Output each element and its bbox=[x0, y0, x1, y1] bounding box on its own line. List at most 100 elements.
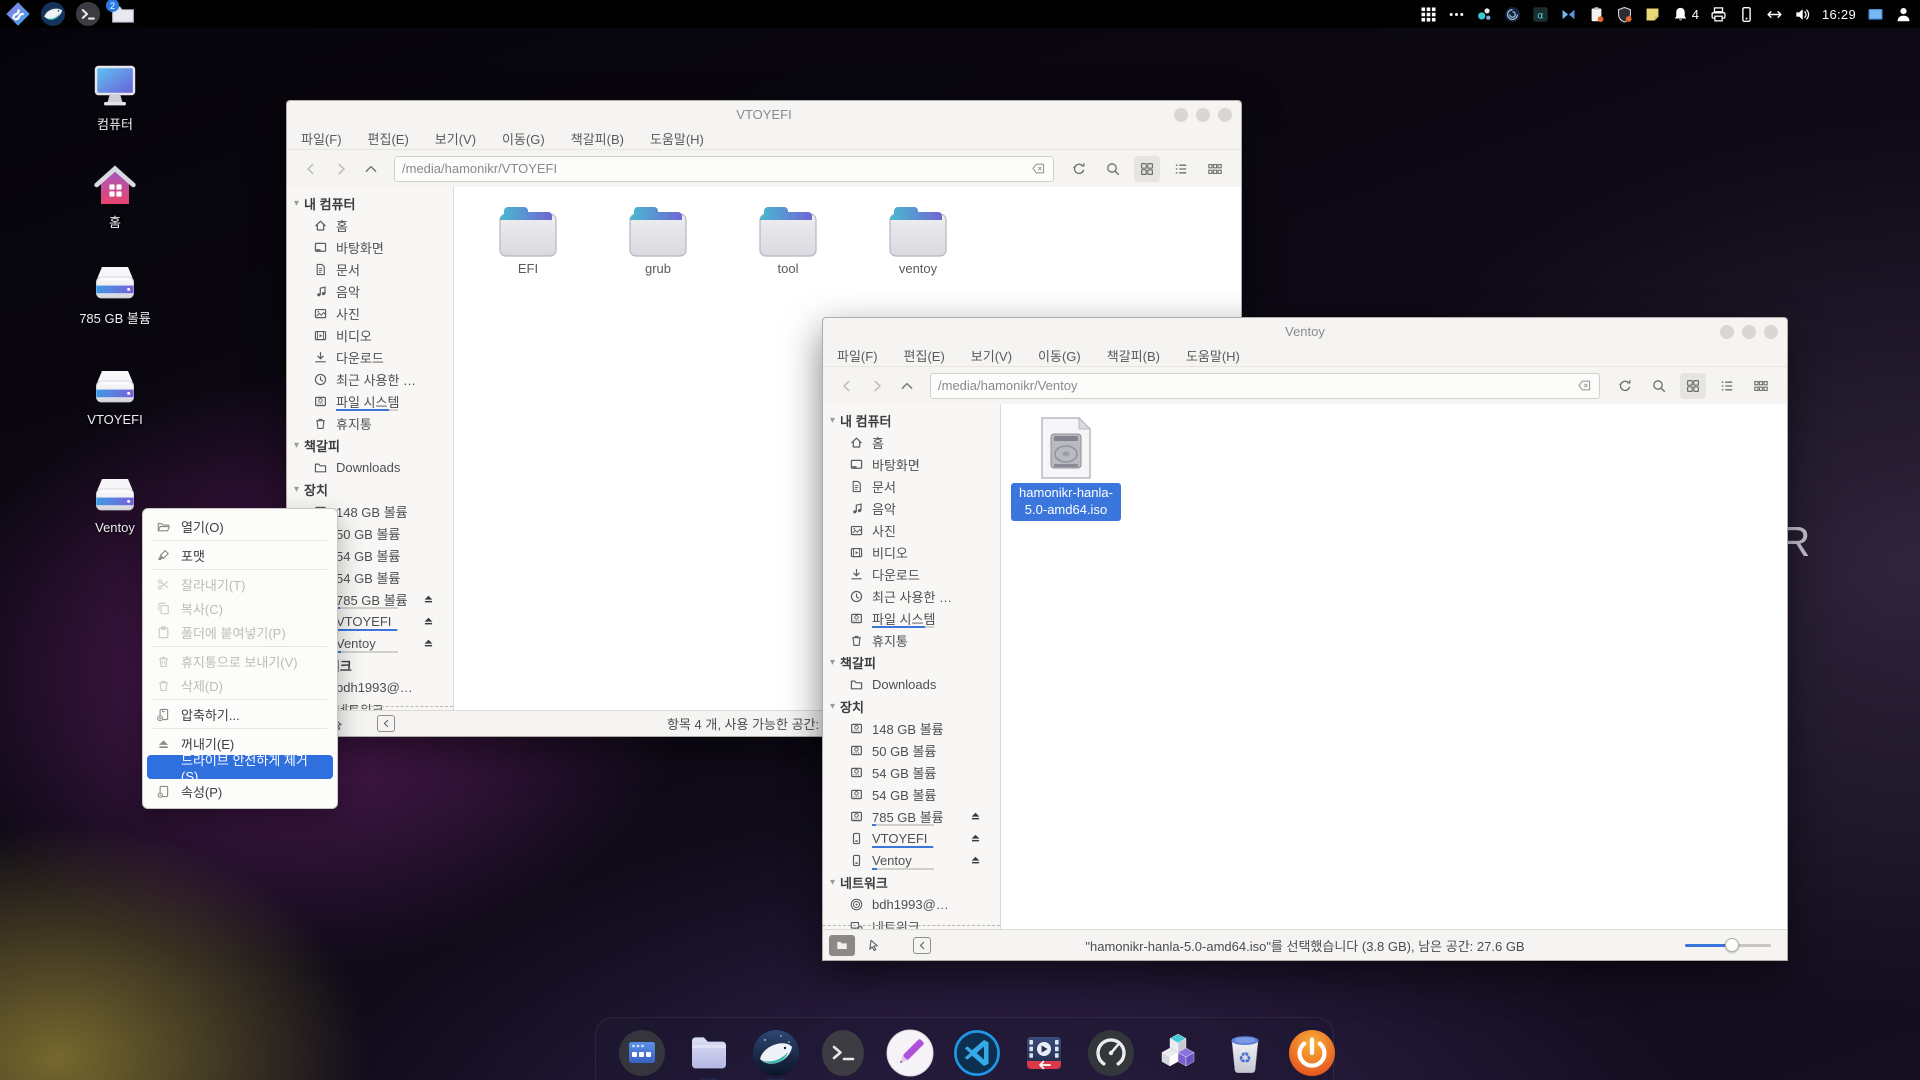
sidebar-section-장치[interactable]: ▾장치 bbox=[287, 478, 453, 500]
sidebar-item-파일 시스템[interactable]: 파일 시스템 bbox=[823, 607, 1000, 629]
sidebar-item-홈[interactable]: 홈 bbox=[287, 214, 453, 236]
tray-shield-icon[interactable] bbox=[1616, 4, 1633, 24]
menu-item[interactable]: 책갈피(B) bbox=[571, 129, 624, 148]
dock-text-editor[interactable] bbox=[885, 1028, 935, 1078]
sidebar-section-내 컴퓨터[interactable]: ▾내 컴퓨터 bbox=[823, 409, 1000, 431]
zoom-slider[interactable] bbox=[1685, 938, 1771, 952]
iso-file-item[interactable]: hamonikr-hanla-5.0-amd64.iso bbox=[1011, 416, 1121, 521]
back-button[interactable] bbox=[836, 375, 858, 397]
reload-button[interactable] bbox=[1066, 156, 1092, 182]
terminal-icon[interactable] bbox=[75, 1, 101, 27]
sidebar-item-문서[interactable]: 문서 bbox=[823, 475, 1000, 497]
menu-item[interactable]: 편집(E) bbox=[368, 129, 409, 148]
sidebar-item-사진[interactable]: 사진 bbox=[823, 519, 1000, 541]
icon-view-button[interactable] bbox=[1134, 156, 1160, 182]
sidebar-item-바탕화면[interactable]: 바탕화면 bbox=[287, 236, 453, 258]
sidebar-item-Downloads[interactable]: Downloads bbox=[287, 456, 453, 478]
close-button[interactable] bbox=[1218, 108, 1232, 122]
dock-power[interactable] bbox=[1287, 1028, 1337, 1078]
dock-file-manager[interactable] bbox=[684, 1028, 734, 1078]
tray-overflow-dots-icon[interactable] bbox=[1448, 4, 1465, 24]
sidebar-item-네트워크[interactable]: 네트워크 bbox=[823, 915, 1000, 929]
dock-whale-browser[interactable] bbox=[751, 1028, 801, 1078]
sidebar-section-장치[interactable]: ▾장치 bbox=[823, 695, 1000, 717]
dock-package-manager[interactable] bbox=[1153, 1028, 1203, 1078]
zoom-slider-thumb[interactable] bbox=[1725, 938, 1739, 952]
titlebar[interactable]: VTOYEFI bbox=[287, 101, 1241, 128]
clear-path-icon[interactable] bbox=[1031, 161, 1046, 176]
sidebar-item-다운로드[interactable]: 다운로드 bbox=[287, 346, 453, 368]
sidebar-item-바탕화면[interactable]: 바탕화면 bbox=[823, 453, 1000, 475]
dock-system-monitor[interactable] bbox=[1086, 1028, 1136, 1078]
sidebar-section-내 컴퓨터[interactable]: ▾내 컴퓨터 bbox=[287, 192, 453, 214]
sidebar-item-비디오[interactable]: 비디오 bbox=[287, 324, 453, 346]
sidebar-item-148 GB 볼륨[interactable]: 148 GB 볼륨 bbox=[823, 717, 1000, 739]
list-view-button[interactable] bbox=[1168, 156, 1194, 182]
sidebar-item-785 GB 볼륨[interactable]: 785 GB 볼륨 bbox=[823, 805, 1000, 827]
menu-item[interactable]: 보기(V) bbox=[971, 346, 1012, 365]
tray-storage-device-icon[interactable] bbox=[1738, 4, 1755, 24]
eject-icon[interactable] bbox=[422, 636, 435, 649]
maximize-button[interactable] bbox=[1196, 108, 1210, 122]
sidebar-item-최근 사용한 …[interactable]: 최근 사용한 … bbox=[287, 368, 453, 390]
compact-view-button[interactable] bbox=[1748, 373, 1774, 399]
file-manager-icon[interactable]: 2 bbox=[110, 1, 136, 27]
back-button[interactable] bbox=[300, 158, 322, 180]
tray-user-icon[interactable] bbox=[1895, 4, 1912, 24]
sidebar-item-50 GB 볼륨[interactable]: 50 GB 볼륨 bbox=[823, 739, 1000, 761]
sidebar-item-최근 사용한 …[interactable]: 최근 사용한 … bbox=[823, 585, 1000, 607]
up-button[interactable] bbox=[360, 158, 382, 180]
file-view[interactable]: hamonikr-hanla-5.0-amd64.iso bbox=[1001, 404, 1787, 929]
menu-item[interactable]: 보기(V) bbox=[435, 129, 476, 148]
context-menu-item-포맷[interactable]: 포맷 bbox=[147, 543, 333, 567]
menu-item[interactable]: 도움말(H) bbox=[650, 129, 704, 148]
context-menu-item-압축하기...[interactable]: 압축하기... bbox=[147, 702, 333, 726]
hamonikr-logo-icon[interactable] bbox=[5, 1, 31, 27]
sidebar-item-비디오[interactable]: 비디오 bbox=[823, 541, 1000, 563]
dock-terminal[interactable] bbox=[818, 1028, 868, 1078]
search-button[interactable] bbox=[1646, 373, 1672, 399]
forward-button[interactable] bbox=[866, 375, 888, 397]
sidebar-item-음악[interactable]: 음악 bbox=[287, 280, 453, 302]
context-menu-item-열기(O)[interactable]: 열기(O) bbox=[147, 514, 333, 538]
eject-icon[interactable] bbox=[969, 853, 982, 866]
search-button[interactable] bbox=[1100, 156, 1126, 182]
sidebar-item-사진[interactable]: 사진 bbox=[287, 302, 453, 324]
desktop-icon-홈[interactable]: 홈 bbox=[58, 162, 172, 231]
sidebar-section-책갈피[interactable]: ▾책갈피 bbox=[823, 651, 1000, 673]
maximize-button[interactable] bbox=[1742, 325, 1756, 339]
sidebar-section-책갈피[interactable]: ▾책갈피 bbox=[287, 434, 453, 456]
folder-item-ventoy[interactable]: ventoy bbox=[886, 201, 950, 276]
path-field[interactable] bbox=[930, 373, 1600, 399]
path-input[interactable] bbox=[938, 378, 1577, 393]
whale-browser-icon[interactable] bbox=[40, 1, 66, 27]
tray-sticky-note-icon[interactable] bbox=[1644, 4, 1661, 24]
eject-icon[interactable] bbox=[422, 592, 435, 605]
dock-trash-bin[interactable]: ♻ bbox=[1220, 1028, 1270, 1078]
sidebar-item-문서[interactable]: 문서 bbox=[287, 258, 453, 280]
titlebar[interactable]: Ventoy bbox=[823, 318, 1787, 345]
tray-alpha-app-icon[interactable]: α bbox=[1532, 4, 1549, 24]
dock-vscode[interactable] bbox=[952, 1028, 1002, 1078]
minimize-button[interactable] bbox=[1720, 325, 1734, 339]
sidebar-item-홈[interactable]: 홈 bbox=[823, 431, 1000, 453]
dock-video-player[interactable] bbox=[1019, 1028, 1069, 1078]
tray-apps-grid-icon[interactable] bbox=[1420, 4, 1437, 24]
tray-bell-icon[interactable] bbox=[1672, 4, 1689, 24]
sidebar-item-음악[interactable]: 음악 bbox=[823, 497, 1000, 519]
menu-item[interactable]: 파일(F) bbox=[301, 129, 342, 148]
sidebar-item-휴지통[interactable]: 휴지통 bbox=[823, 629, 1000, 651]
sidebar-item-bdh1993@…[interactable]: bdh1993@… bbox=[823, 893, 1000, 915]
sidebar-item-다운로드[interactable]: 다운로드 bbox=[823, 563, 1000, 585]
list-view-button[interactable] bbox=[1714, 373, 1740, 399]
icon-view-button[interactable] bbox=[1680, 373, 1706, 399]
eject-icon[interactable] bbox=[422, 614, 435, 627]
sidebar-item-휴지통[interactable]: 휴지통 bbox=[287, 412, 453, 434]
desktop-icon-785 GB 볼륨[interactable]: 785 GB 볼륨 bbox=[58, 264, 172, 327]
tray-io-arrows-icon[interactable] bbox=[1766, 4, 1783, 24]
sidebar-item-54 GB 볼륨[interactable]: 54 GB 볼륨 bbox=[823, 783, 1000, 805]
eject-icon[interactable] bbox=[969, 809, 982, 822]
close-button[interactable] bbox=[1764, 325, 1778, 339]
dock-app-launcher[interactable] bbox=[617, 1028, 667, 1078]
tray-butterfly-app-icon[interactable] bbox=[1560, 4, 1577, 24]
